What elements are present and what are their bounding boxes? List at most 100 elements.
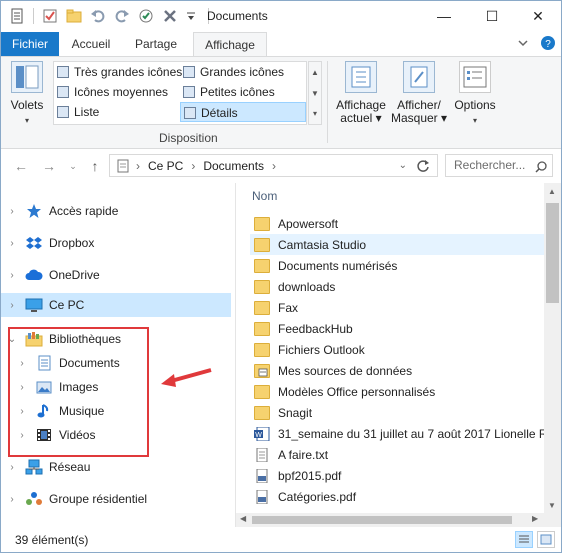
forward-arrow-icon[interactable]: → [41,156,57,176]
file-row[interactable]: Fichiers Outlook [250,339,544,360]
undo-icon[interactable] [90,8,106,24]
layout-label: Grandes icônes [200,65,285,79]
layout-small-icons[interactable]: Petites icônes [180,82,306,102]
layout-gallery-scroll[interactable]: ▲ ▼ ▾ [308,61,322,125]
layout-details[interactable]: Détails [180,102,306,122]
scroll-up-icon[interactable]: ▲ [548,187,556,196]
gallery-up-icon[interactable]: ▲ [309,62,321,83]
search-input[interactable]: Rechercher... [445,154,553,177]
scroll-right-icon[interactable]: ▶ [532,514,538,523]
layout-large-icons[interactable]: Grandes icônes [180,62,306,82]
check-dropdown-icon[interactable] [138,8,154,24]
file-row[interactable]: Catégories.pdf [250,486,544,507]
nav-label: Ce PC [49,298,85,312]
file-row[interactable]: Documents numérisés [250,255,544,276]
file-row[interactable]: Snagit [250,402,544,423]
tab-partage[interactable]: Partage [127,32,185,56]
gallery-down-icon[interactable]: ▼ [309,83,321,104]
layout-list[interactable]: Liste [54,102,180,122]
chevron-down-icon[interactable] [517,37,529,49]
minimize-button[interactable]: — [421,1,467,31]
column-header-name[interactable]: Nom [252,189,277,203]
file-name: Camtasia Studio [278,237,367,252]
file-name: Documents numérisés [278,258,398,273]
show-hide-button[interactable]: Afficher/ Masquer ▾ [389,61,449,125]
panes-button[interactable]: Volets ▾ [7,61,47,127]
redo-icon[interactable] [114,8,130,24]
file-name: Modèles Office personnalisés [278,384,436,399]
breadcrumb-ce-pc[interactable]: Ce PC [148,159,183,173]
tab-accueil[interactable]: Accueil [63,32,119,56]
new-folder-icon[interactable] [66,8,82,24]
nav-item-ce-pc[interactable]: › Ce PC [1,293,231,317]
nav-item-dropbox[interactable]: › Dropbox [1,231,231,255]
recent-locations-icon[interactable]: ⌄ [65,156,81,176]
expand-chevron-icon[interactable]: › [5,300,19,311]
options-button[interactable]: Options ▾ [453,61,497,127]
vertical-scrollbar[interactable]: ▲ ▼ [544,183,561,527]
file-row[interactable]: A faire.txt [250,444,544,465]
file-row[interactable]: downloads [250,276,544,297]
nav-label: Dropbox [49,236,95,250]
expand-chevron-icon[interactable]: › [5,270,19,281]
layout-extra-large-icons[interactable]: Très grandes icônes [54,62,182,82]
file-row[interactable]: Modèles Office personnalisés [250,381,544,402]
layout-gallery: Très grandes icônes Grandes icônes Icône… [53,61,307,125]
scroll-down-icon[interactable]: ▼ [548,501,556,510]
scroll-left-icon[interactable]: ◀ [240,514,246,523]
file-row[interactable]: Mes sources de données [250,360,544,381]
current-view-button[interactable]: Affichage actuel ▾ [333,61,389,125]
expand-chevron-icon[interactable]: › [5,238,19,249]
file-name: Catégories.pdf [278,489,357,504]
nav-item-network[interactable]: › Réseau [1,455,231,479]
expand-chevron-icon[interactable]: › [5,494,19,505]
tab-affichage[interactable]: Affichage [193,32,267,57]
refresh-icon[interactable] [415,158,431,174]
address-dropdown-icon[interactable]: ⌄ [399,160,407,171]
breadcrumb-documents[interactable]: Documents [203,159,264,173]
window-title: Documents [207,9,268,23]
customize-qa-dropdown-icon[interactable] [186,8,196,24]
expand-chevron-icon[interactable]: › [5,462,19,473]
file-row[interactable]: bpf2015.pdf [250,465,544,486]
breadcrumb-separator-icon: › [191,158,196,173]
item-count: 39 élément(s) [15,533,89,547]
file-row[interactable]: FeedbackHub [250,318,544,339]
nav-item-onedrive[interactable]: › OneDrive [1,263,231,287]
search-icon[interactable] [535,159,547,173]
delete-icon[interactable] [162,8,178,24]
details-view-icon[interactable] [515,531,533,548]
breadcrumb-separator-icon[interactable]: › [272,159,276,173]
network-icon [25,459,43,475]
large-icons-view-icon[interactable] [537,531,555,548]
horizontal-scrollbar[interactable]: ◀ ▶ [236,513,544,527]
annotation-highlight-box [8,327,149,457]
file-row[interactable]: Apowersoft [250,213,544,234]
svg-text:?: ? [545,39,551,50]
up-arrow-icon[interactable]: ↑ [87,156,103,176]
text-file-icon [254,447,270,462]
tab-fichier[interactable]: Fichier [1,32,59,56]
gallery-more-icon[interactable]: ▾ [309,104,321,124]
nav-item-quick-access[interactable]: › Accès rapide [1,199,231,223]
panes-icon [11,61,43,93]
ribbon-tabs: Fichier Accueil Partage Affichage ? [1,32,561,57]
checkmark-properties-icon[interactable] [42,8,58,24]
dropdown-arrow-icon: ▾ [24,116,29,125]
help-icon[interactable]: ? [541,36,555,50]
properties-icon[interactable] [9,8,25,24]
address-bar[interactable]: › Ce PC › Documents › ⌄ [109,154,438,177]
file-row[interactable]: Fax [250,297,544,318]
file-row[interactable]: Camtasia Studio [250,234,544,255]
back-arrow-icon[interactable]: ← [13,156,29,176]
close-button[interactable]: ✕ [515,1,561,31]
nav-item-homegroup[interactable]: › Groupe résidentiel [1,487,231,511]
folder-icon [254,321,270,336]
maximize-button[interactable]: ☐ [469,1,515,31]
expand-chevron-icon[interactable]: › [5,206,19,217]
horizontal-scroll-thumb[interactable] [252,516,512,524]
file-row[interactable]: W 31_semaine du 31 juillet au 7 août 201… [250,423,544,444]
file-name: Apowersoft [278,216,339,231]
scroll-thumb[interactable] [546,203,559,303]
layout-medium-icons[interactable]: Icônes moyennes [54,82,180,102]
